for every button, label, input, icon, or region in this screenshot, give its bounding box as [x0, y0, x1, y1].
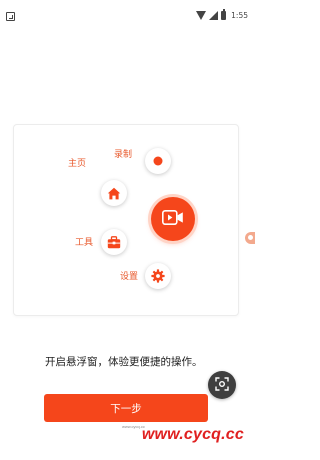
menu-label-home: 主页 — [68, 159, 87, 169]
scan-frame-icon — [215, 376, 229, 395]
home-button[interactable] — [101, 180, 127, 206]
screenshot-scan-button[interactable] — [208, 371, 236, 399]
record-button[interactable] — [145, 148, 171, 174]
wifi-icon — [196, 10, 207, 20]
toolbox-icon — [107, 235, 121, 249]
site-watermark: www.cycq.cc www.cycq.cc — [118, 424, 252, 460]
status-bar: 1:55 — [0, 0, 252, 34]
battery-icon — [221, 9, 227, 20]
next-step-button[interactable]: 下一步 — [44, 394, 208, 422]
home-icon — [107, 187, 121, 200]
settings-button[interactable] — [145, 263, 171, 289]
tools-button[interactable] — [101, 229, 127, 255]
menu-label-settings: 设置 — [120, 272, 139, 282]
floating-edge-handle[interactable] — [245, 232, 255, 244]
floating-main-button[interactable] — [151, 197, 195, 241]
hint-text: 开启悬浮窗，体验更便捷的操作。 — [45, 356, 203, 368]
signal-icon — [209, 10, 219, 20]
gear-icon — [151, 269, 165, 283]
status-icons: 1:55 — [196, 9, 248, 21]
record-dot-icon — [153, 156, 163, 166]
watermark-text: www.cycq.cc — [141, 426, 244, 443]
menu-label-tools: 工具 — [75, 238, 94, 248]
menu-label-record: 录制 — [114, 150, 133, 160]
status-time: 1:55 — [231, 10, 248, 20]
notification-app-icon — [6, 12, 15, 21]
video-camera-icon — [162, 209, 184, 229]
